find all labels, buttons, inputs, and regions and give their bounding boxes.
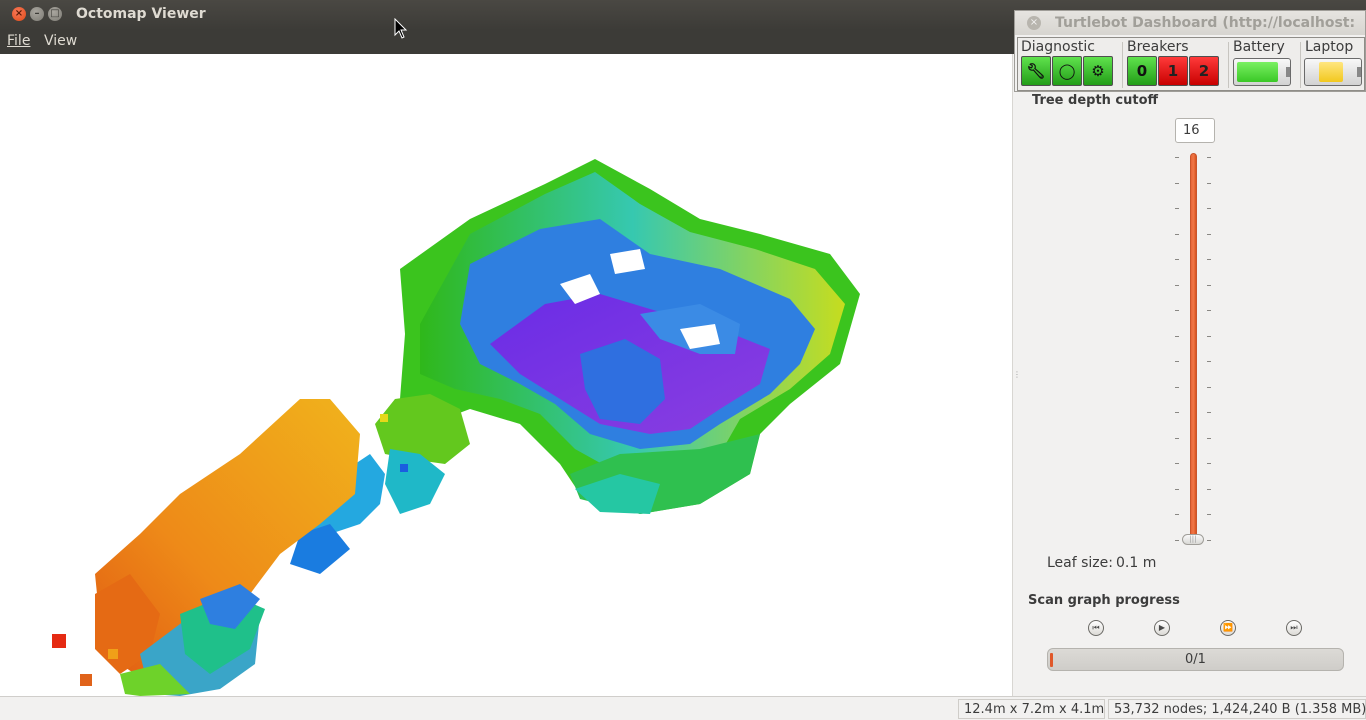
tree-depth-input[interactable]: 16 (1175, 118, 1215, 143)
slider-tick (1175, 285, 1179, 286)
slider-tick (1207, 387, 1211, 388)
map-dimensions: 12.4m x 7.2m x 4.1m (958, 699, 1105, 719)
laptop-group: Laptop (1302, 38, 1366, 90)
speech-bubble-icon: ◯ (1058, 62, 1076, 80)
status-bar: 12.4m x 7.2m x 4.1m 53,732 nodes; 1,424,… (0, 696, 1366, 720)
slider-tick (1175, 310, 1179, 311)
slider-tick (1175, 412, 1179, 413)
rosout-button[interactable]: ◯ (1052, 56, 1082, 86)
step-forward-icon: ⏩ (1220, 620, 1236, 636)
laptop-label: Laptop (1305, 39, 1354, 55)
slider-tick (1207, 438, 1211, 439)
slider-tick (1175, 361, 1179, 362)
slider-tick (1207, 259, 1211, 260)
group-separator (1228, 42, 1229, 88)
slider-tick (1207, 514, 1211, 515)
slider-tick (1175, 208, 1179, 209)
tree-depth-label: Tree depth cutoff (1032, 93, 1159, 108)
breaker-1-button[interactable]: 1 (1158, 56, 1188, 86)
robot-battery-indicator (1233, 58, 1291, 86)
breaker-0-button[interactable]: 0 (1127, 56, 1157, 86)
slider-tick (1175, 157, 1179, 158)
diagnostic-label: Diagnostic (1021, 39, 1095, 55)
node-count: 53,732 nodes; 1,424,240 B (1.358 MB) (1108, 699, 1366, 719)
laptop-battery-fill (1319, 62, 1343, 82)
turtlebot-dashboard-window: × Turtlebot Dashboard (http://localhost:… (1014, 10, 1366, 92)
slider-tick (1175, 183, 1179, 184)
scan-graph-progress-label: Scan graph progress (1028, 593, 1180, 608)
leaf-size-label: Leaf size: (1047, 555, 1113, 571)
window-maximize-button[interactable]: □ (48, 7, 62, 21)
slider-tick (1207, 234, 1211, 235)
leaf-size-value: 0.1 m (1116, 555, 1157, 571)
battery-terminal (1357, 67, 1361, 77)
mouse-cursor (394, 18, 408, 39)
slider-tick (1207, 310, 1211, 311)
slider-tick (1207, 412, 1211, 413)
skip-to-end-icon: ⏭ (1286, 620, 1302, 636)
panel-splitter[interactable]: ⋮ (1013, 370, 1021, 380)
slider-tick (1207, 463, 1211, 464)
dashboard-title: Turtlebot Dashboard (http://localhost:1 (1055, 15, 1355, 31)
dashboard-body: Diagnostic 🔧︎ ◯ ⚙ Breakers 0 1 2 Battery (1017, 37, 1365, 91)
scan-first-button[interactable]: ⏮ (1085, 617, 1107, 639)
slider-tick (1207, 361, 1211, 362)
wrench-icon: 🔧︎ (1026, 62, 1046, 80)
skip-to-start-icon: ⏮ (1088, 620, 1104, 636)
tree-depth-slider[interactable] (1190, 153, 1197, 541)
slider-tick (1175, 540, 1179, 541)
window-close-button[interactable]: × (12, 7, 26, 21)
scan-play-button[interactable]: ▶ (1151, 617, 1173, 639)
scan-progress-text: 0/1 (1185, 652, 1206, 667)
window-title: Octomap Viewer (76, 6, 206, 22)
battery-label: Battery (1233, 39, 1285, 55)
mode-button[interactable]: ⚙ (1083, 56, 1113, 86)
gear-icon: ⚙ (1091, 62, 1105, 80)
breakers-label: Breakers (1127, 39, 1189, 55)
slider-tick (1175, 387, 1179, 388)
octomap-3d-viewport[interactable] (0, 54, 1012, 696)
slider-tick (1207, 183, 1211, 184)
diagnostic-group: Diagnostic 🔧︎ ◯ ⚙ (1018, 38, 1120, 90)
group-separator (1122, 42, 1123, 88)
slider-tick (1175, 336, 1179, 337)
slider-tick (1175, 514, 1179, 515)
menu-bar: File View (0, 30, 1014, 54)
scan-last-button[interactable]: ⏭ (1283, 617, 1305, 639)
group-separator (1300, 42, 1301, 88)
slider-tick (1207, 208, 1211, 209)
slider-tick (1207, 336, 1211, 337)
slider-tick (1207, 540, 1211, 541)
play-icon: ▶ (1154, 620, 1170, 636)
battery-group: Battery (1230, 38, 1298, 90)
slider-tick (1175, 234, 1179, 235)
menu-file[interactable]: File (7, 33, 30, 49)
slider-tick (1207, 285, 1211, 286)
slider-tick (1175, 438, 1179, 439)
slider-tick (1175, 463, 1179, 464)
battery-terminal (1286, 67, 1290, 77)
breaker-2-button[interactable]: 2 (1189, 56, 1219, 86)
window-minimize-button[interactable]: – (30, 7, 44, 21)
scan-progress-bar: 0/1 (1047, 648, 1344, 671)
laptop-battery-indicator (1304, 58, 1362, 86)
dashboard-title-bar[interactable]: × Turtlebot Dashboard (http://localhost:… (1015, 11, 1365, 35)
robot-battery-fill (1237, 62, 1278, 82)
diagnostics-button[interactable]: 🔧︎ (1021, 56, 1051, 86)
slider-tick (1175, 259, 1179, 260)
scan-step-forward-button[interactable]: ⏩ (1217, 617, 1239, 639)
breakers-group: Breakers 0 1 2 (1124, 38, 1226, 90)
slider-tick (1207, 489, 1211, 490)
octomap-render (52, 159, 860, 696)
menu-view[interactable]: View (44, 33, 77, 49)
tree-depth-slider-handle[interactable]: ||| (1182, 534, 1204, 545)
slider-tick (1175, 489, 1179, 490)
slider-tick (1207, 157, 1211, 158)
dashboard-close-button[interactable]: × (1027, 16, 1041, 30)
